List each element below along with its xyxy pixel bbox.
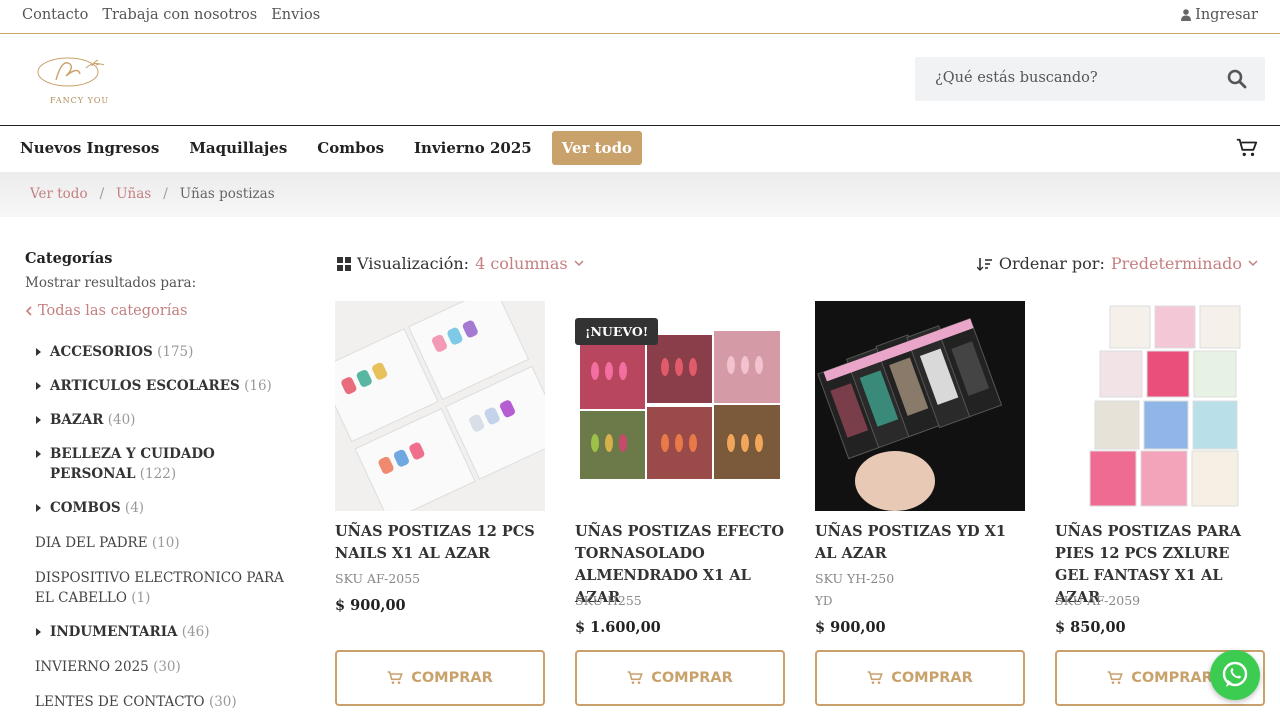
- all-categories-link[interactable]: Todas las categorías: [25, 303, 295, 319]
- caret-right-icon: [36, 504, 41, 512]
- product-brand: YD: [815, 594, 833, 608]
- breadcrumb-separator: /: [99, 186, 105, 202]
- product-sku: SKU H255: [575, 593, 642, 608]
- nav-makeup[interactable]: Maquillajes: [189, 131, 287, 165]
- product-price: $ 900,00: [335, 597, 406, 614]
- all-categories-label: Todas las categorías: [38, 303, 188, 319]
- header: FANCY YOU ¿Qué estás buscando?: [0, 34, 1280, 126]
- product-image[interactable]: ¡NUEVO!: [575, 301, 785, 511]
- breadcrumb-view-all[interactable]: Ver todo: [30, 186, 88, 202]
- whatsapp-button[interactable]: [1210, 650, 1260, 700]
- product-price: $ 850,00: [1055, 619, 1126, 636]
- top-bar: Contacto Trabaja con nosotros Envios Ing…: [0, 0, 1280, 34]
- category-indumentaria[interactable]: INDUMENTARIA (46): [36, 622, 290, 642]
- top-links: Contacto Trabaja con nosotros Envios: [22, 7, 320, 23]
- category-accesorios[interactable]: ACCESORIOS (175): [36, 342, 290, 362]
- caret-right-icon: [36, 450, 41, 458]
- sidebar-subtitle: Mostrar resultados para:: [25, 275, 197, 291]
- search-icon[interactable]: [1227, 69, 1247, 89]
- view-value[interactable]: 4 columnas: [475, 254, 568, 273]
- category-bazar[interactable]: BAZAR (40): [36, 410, 290, 430]
- login-label: Ingresar: [1195, 7, 1258, 23]
- buy-label: COMPRAR: [1131, 670, 1213, 686]
- product-sku: SKU AF-2055: [335, 571, 421, 586]
- breadcrumb: Ver todo / Uñas / Uñas postizas: [0, 172, 1280, 217]
- buy-label: COMPRAR: [411, 670, 493, 686]
- work-with-us-link[interactable]: Trabaja con nosotros: [102, 7, 257, 23]
- category-belleza[interactable]: BELLEZA Y CUIDADO PERSONAL (122): [36, 444, 290, 484]
- category-articulos-escolares[interactable]: ARTICULOS ESCOLARES (16): [36, 376, 290, 396]
- product-card: UÑAS POSTIZAS 12 PCS NAILS X1 AL AZAR SK…: [335, 301, 545, 706]
- view-label: Visualización:: [357, 254, 470, 273]
- category-invierno-2025[interactable]: INVIERNO 2025 (30): [35, 657, 285, 677]
- grid-icon: [337, 256, 351, 271]
- view-selector[interactable]: Visualización: 4 columnas: [337, 254, 584, 273]
- sort-selector[interactable]: Ordenar por: Predeterminado: [976, 254, 1258, 273]
- product-image[interactable]: [1055, 301, 1265, 511]
- store-logo[interactable]: FANCY YOU: [16, 54, 120, 108]
- buy-button[interactable]: COMPRAR: [815, 650, 1025, 706]
- product-card: UÑAS POSTIZAS YD X1 AL AZAR SKU YH-250 Y…: [815, 301, 1025, 706]
- breadcrumb-separator: /: [163, 186, 168, 202]
- cart-icon: [867, 671, 884, 684]
- search-bar[interactable]: ¿Qué estás buscando?: [915, 57, 1265, 101]
- buy-button[interactable]: COMPRAR: [335, 650, 545, 706]
- search-input[interactable]: ¿Qué estás buscando?: [935, 70, 1098, 86]
- buy-label: COMPRAR: [891, 670, 973, 686]
- caret-right-icon: [36, 348, 41, 356]
- shipping-link[interactable]: Envios: [271, 7, 320, 23]
- product-price: $ 1.600,00: [575, 619, 661, 636]
- breadcrumb-nails[interactable]: Uñas: [116, 186, 151, 202]
- product-image[interactable]: [815, 301, 1025, 511]
- category-dispositivo-electronico[interactable]: DISPOSITIVO ELECTRONICO PARA EL CABELLO …: [35, 568, 285, 608]
- product-card: UÑAS POSTIZAS PARA PIES 12 PCS ZXLURE GE…: [1055, 301, 1265, 706]
- category-dia-del-padre[interactable]: DIA DEL PADRE (10): [35, 533, 285, 553]
- chevron-left-icon: [25, 306, 32, 316]
- category-lentes-de-contacto[interactable]: LENTES DE CONTACTO (30): [35, 692, 285, 712]
- nav-view-all[interactable]: Ver todo: [551, 131, 643, 165]
- category-sidebar: Categorías Mostrar resultados para: Toda…: [25, 250, 295, 319]
- product-card: ¡NUEVO! UÑAS POSTIZAS EFECTO TORNASOLADO…: [575, 301, 785, 706]
- chevron-down-icon: [574, 260, 584, 267]
- sort-label: Ordenar por:: [998, 254, 1105, 273]
- cart-icon: [1107, 671, 1124, 684]
- cart-icon[interactable]: [1236, 137, 1258, 159]
- product-name[interactable]: UÑAS POSTIZAS 12 PCS NAILS X1 AL AZAR: [335, 521, 545, 565]
- user-icon: [1181, 9, 1192, 21]
- logo-text: FANCY YOU: [50, 96, 110, 105]
- product-sku: SKU AF-2059: [1055, 593, 1141, 608]
- buy-button[interactable]: COMPRAR: [575, 650, 785, 706]
- new-badge: ¡NUEVO!: [575, 318, 659, 345]
- nav-winter-2025[interactable]: Invierno 2025: [414, 131, 532, 165]
- whatsapp-icon: [1222, 661, 1248, 687]
- nav-combos[interactable]: Combos: [317, 131, 384, 165]
- category-combos[interactable]: COMBOS (4): [36, 498, 290, 518]
- caret-right-icon: [36, 382, 41, 390]
- sidebar-title: Categorías: [25, 250, 113, 267]
- breadcrumb-current: Uñas postizas: [179, 186, 275, 202]
- cart-icon: [387, 671, 404, 684]
- buy-label: COMPRAR: [651, 670, 733, 686]
- chevron-down-icon: [1248, 260, 1258, 267]
- login-link[interactable]: Ingresar: [1181, 7, 1258, 23]
- product-image[interactable]: [335, 301, 545, 511]
- caret-right-icon: [36, 628, 41, 636]
- cart-icon: [627, 671, 644, 684]
- product-name[interactable]: UÑAS POSTIZAS YD X1 AL AZAR: [815, 521, 1025, 565]
- sort-value[interactable]: Predeterminado: [1111, 254, 1242, 273]
- main-nav: Nuevos Ingresos Maquillajes Combos Invie…: [0, 126, 1280, 172]
- caret-right-icon: [36, 416, 41, 424]
- sort-icon: [976, 257, 992, 271]
- nav-new-arrivals[interactable]: Nuevos Ingresos: [20, 131, 159, 165]
- product-sku: SKU YH-250: [815, 571, 895, 586]
- contact-link[interactable]: Contacto: [22, 7, 88, 23]
- product-price: $ 900,00: [815, 619, 886, 636]
